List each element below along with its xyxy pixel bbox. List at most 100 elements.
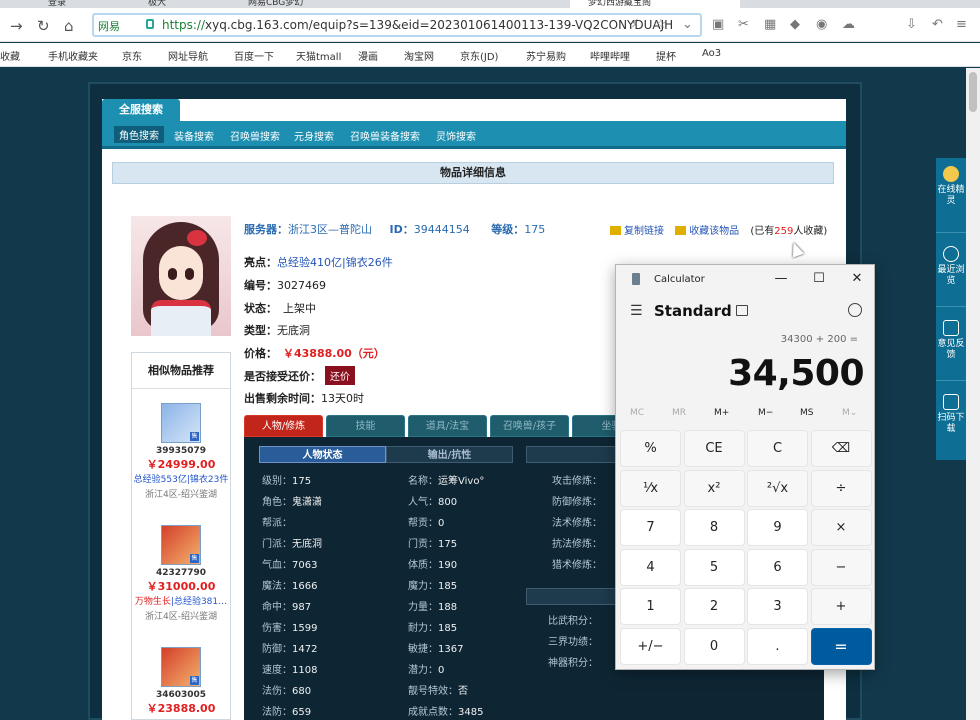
subtab-status[interactable]: 人物状态 xyxy=(259,446,386,463)
bookmark[interactable]: 百度一下 xyxy=(234,48,274,63)
copy-link[interactable]: 复制链接 xyxy=(624,226,664,237)
copy-icon xyxy=(610,226,621,235)
calc-key[interactable]: 1 xyxy=(620,588,681,625)
maximize-button[interactable]: ☐ xyxy=(804,269,834,289)
recent-browse[interactable]: 最近浏览 xyxy=(936,246,966,287)
calc-key[interactable]: − xyxy=(810,548,872,586)
calc-key[interactable]: ⌫ xyxy=(810,430,872,467)
nav-pet-equip-search[interactable]: 召唤兽装备搜索 xyxy=(350,128,420,143)
screenshot-icon[interactable]: ▣ xyxy=(712,17,724,32)
similar-item[interactable]: 售 42327790 ￥31000.00 万物生长|总经验381… 浙江4区-绍… xyxy=(132,525,230,622)
browser-tab[interactable]: 网易CBG梦幻 xyxy=(230,0,400,8)
calc-key[interactable]: x² xyxy=(683,469,745,507)
all-server-search-tab[interactable]: 全服搜索 xyxy=(102,99,180,121)
memory-button[interactable]: M+ xyxy=(714,408,729,418)
tab-items[interactable]: 道具/法宝 xyxy=(408,415,487,437)
bookmark[interactable]: 收藏 xyxy=(0,48,20,63)
scan-download[interactable]: 扫码下载 xyxy=(936,394,966,435)
calc-key[interactable]: ¹⁄x xyxy=(620,469,681,507)
similar-item[interactable]: 售 34603005 ￥23888.00 xyxy=(132,647,230,716)
scissors-icon[interactable]: ✂ xyxy=(738,17,749,32)
nav-role-search[interactable]: 角色搜索 xyxy=(114,126,164,143)
favorite-link[interactable]: 收藏该物品 xyxy=(689,226,739,237)
subtab-points[interactable] xyxy=(526,588,626,605)
memory-button[interactable]: MR xyxy=(672,408,686,418)
stat-row: 耐力：185 xyxy=(408,623,458,634)
similar-title: 相似物品推荐 xyxy=(132,353,230,389)
bookmark[interactable]: 天猫tmall xyxy=(296,48,341,63)
bookmark[interactable]: Ao3 xyxy=(702,48,721,59)
history-icon[interactable] xyxy=(848,303,862,317)
url-field[interactable]: 网易 https://xyq.cbg.163.com/equip?s=139&e… xyxy=(92,13,702,37)
nav-lingshi-search[interactable]: 灵饰搜索 xyxy=(436,128,476,143)
cloud-icon[interactable]: ☁ xyxy=(842,17,855,32)
page-scrollbar[interactable] xyxy=(966,68,980,720)
address-bar-row: → ↻ ⌂ 网易 https://xyq.cbg.163.com/equip?s… xyxy=(0,8,980,42)
bookmark[interactable]: 苏宁易购 xyxy=(526,48,566,63)
browser-tab-active[interactable]: 梦幻西游藏宝阁 xyxy=(570,0,740,8)
bookmark[interactable]: 哔哩哔哩 xyxy=(590,48,630,63)
similar-item[interactable]: 售 39935079 ￥24999.00 总经验553亿|锦衣23件 浙江4区-… xyxy=(132,403,230,500)
online-helper[interactable]: 在线精灵 xyxy=(936,166,966,207)
calc-key[interactable]: 5 xyxy=(683,548,745,586)
memory-button[interactable]: MC xyxy=(630,408,644,418)
calc-key[interactable]: 6 xyxy=(747,548,808,586)
lightning-icon[interactable]: ⚡ xyxy=(630,17,639,32)
bookmark[interactable]: 手机收藏夹 xyxy=(48,48,98,63)
undo-icon[interactable]: ↶ xyxy=(932,17,943,32)
menu-icon[interactable]: ≡ xyxy=(956,17,967,32)
reload-icon[interactable]: ↻ xyxy=(37,17,50,35)
nav-equip-search[interactable]: 装备搜索 xyxy=(174,128,214,143)
feedback[interactable]: 意见反馈 xyxy=(936,320,966,361)
hamburger-menu-icon[interactable]: ☰ xyxy=(630,303,643,319)
bookmark[interactable]: 提杯 xyxy=(656,48,676,63)
counter-offer-button[interactable]: 还价 xyxy=(325,366,355,385)
tab-pets[interactable]: 召唤兽/孩子 xyxy=(490,415,569,437)
nav-pet-search[interactable]: 召唤兽搜索 xyxy=(230,128,280,143)
game-icon[interactable]: ◉ xyxy=(816,17,827,32)
calc-key[interactable]: CE xyxy=(683,430,745,467)
calc-key[interactable]: ²√x xyxy=(747,469,808,507)
minimize-button[interactable]: — xyxy=(766,269,796,289)
calc-key[interactable]: % xyxy=(620,430,681,467)
calc-key[interactable]: . xyxy=(747,627,808,665)
calc-key[interactable]: = xyxy=(810,627,872,665)
bookmarks-bar: 收藏 手机收藏夹 京东 网址导航 百度一下 天猫tmall 漫画 淘宝网 京东(… xyxy=(0,43,980,67)
calc-key[interactable]: 3 xyxy=(747,588,808,625)
calc-key[interactable]: + xyxy=(810,588,872,625)
star-icon[interactable]: ☆ xyxy=(655,17,667,32)
bookmark[interactable]: 淘宝网 xyxy=(404,48,434,63)
subtab-cultivation[interactable] xyxy=(526,446,626,463)
calc-key[interactable]: × xyxy=(810,509,872,546)
memory-button[interactable]: M⌄ xyxy=(842,408,857,418)
calc-key[interactable]: 7 xyxy=(620,509,681,546)
calc-key[interactable]: 9 xyxy=(747,509,808,546)
extension-icon[interactable]: ▦ xyxy=(764,17,776,32)
nav-yuanshen-search[interactable]: 元身搜索 xyxy=(294,128,334,143)
browser-tab[interactable]: 极大 xyxy=(130,0,230,8)
home-icon[interactable]: ⌂ xyxy=(64,17,74,35)
calc-key[interactable]: 2 xyxy=(683,588,745,625)
download-icon[interactable]: ⇩ xyxy=(906,17,917,32)
forward-icon[interactable]: → xyxy=(10,17,23,35)
calc-key[interactable]: 4 xyxy=(620,548,681,586)
subtab-output[interactable]: 输出/抗性 xyxy=(386,446,513,463)
bookmark[interactable]: 京东 xyxy=(122,48,142,63)
calc-key[interactable]: +/− xyxy=(620,627,681,665)
keep-on-top-icon[interactable] xyxy=(736,305,748,316)
shield-icon[interactable]: ◆ xyxy=(790,17,800,32)
calc-key[interactable]: 8 xyxy=(683,509,745,546)
calc-key[interactable]: 0 xyxy=(683,627,745,665)
tab-character[interactable]: 人物/修炼 xyxy=(244,415,323,437)
memory-button[interactable]: MS xyxy=(800,408,813,418)
close-button[interactable]: ✕ xyxy=(842,269,872,289)
tab-skills[interactable]: 技能 xyxy=(326,415,405,437)
memory-button[interactable]: M− xyxy=(758,408,773,418)
bookmark[interactable]: 漫画 xyxy=(358,48,378,63)
calc-key[interactable]: ÷ xyxy=(810,469,872,507)
scrollbar-thumb[interactable] xyxy=(969,72,977,112)
calc-key[interactable]: C xyxy=(747,430,808,467)
bookmark[interactable]: 网址导航 xyxy=(168,48,208,63)
bookmark[interactable]: 京东(JD) xyxy=(460,48,498,63)
chevron-down-icon[interactable]: ⌄ xyxy=(682,17,693,32)
